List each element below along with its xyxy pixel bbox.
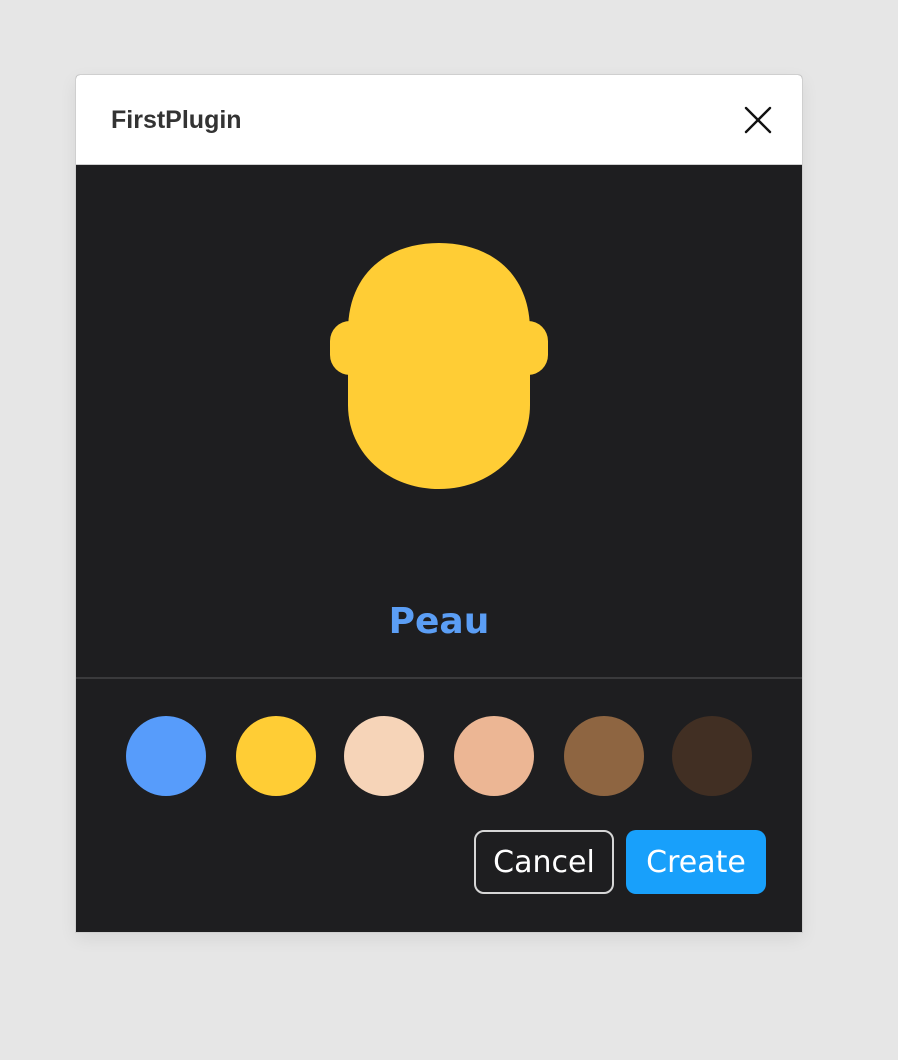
swatch-yellow[interactable]	[236, 716, 316, 796]
color-swatches	[76, 716, 802, 798]
close-icon	[744, 106, 772, 134]
dialog-titlebar: FirstPlugin	[76, 75, 802, 165]
plugin-dialog: FirstPlugin Peau Cancel Create	[76, 75, 802, 932]
swatch-dark-skin[interactable]	[672, 716, 752, 796]
swatch-medium-light-skin[interactable]	[454, 716, 534, 796]
swatch-blue[interactable]	[126, 716, 206, 796]
close-button[interactable]	[740, 102, 776, 138]
dialog-content: Peau Cancel Create	[76, 165, 802, 932]
dialog-title: FirstPlugin	[111, 106, 242, 134]
divider	[76, 677, 802, 679]
skin-label: Peau	[388, 601, 490, 642]
swatch-medium-dark-skin[interactable]	[564, 716, 644, 796]
swatch-light-skin[interactable]	[344, 716, 424, 796]
avatar-head-icon	[330, 243, 548, 489]
create-button[interactable]: Create	[626, 830, 766, 894]
cancel-button[interactable]: Cancel	[474, 830, 614, 894]
